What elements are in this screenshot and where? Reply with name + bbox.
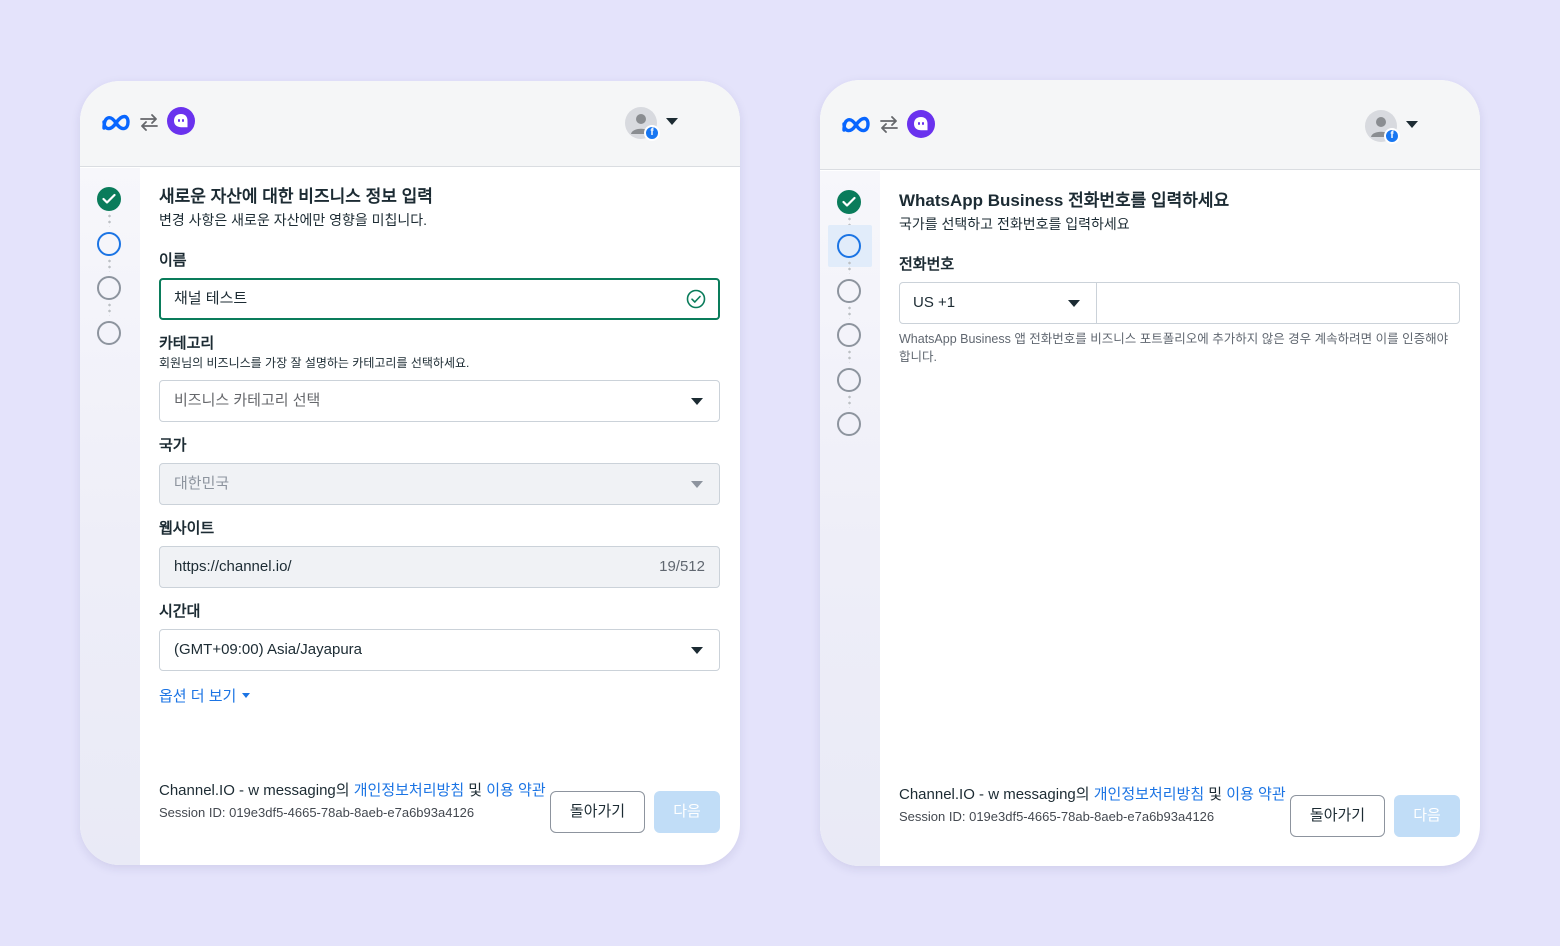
caret-down-icon <box>242 693 251 698</box>
account-avatar-icon[interactable]: f <box>1365 110 1400 144</box>
character-counter: 19/512 <box>659 558 705 575</box>
country-select: 대한민국 <box>159 463 720 505</box>
back-button[interactable]: 돌아가기 <box>550 791 645 833</box>
swap-arrows-icon <box>140 114 158 131</box>
step-3 <box>837 279 861 303</box>
chevron-down-icon[interactable] <box>1406 121 1418 128</box>
meta-logo-icon <box>842 116 870 133</box>
facebook-badge-icon: f <box>644 125 660 141</box>
country-label: 국가 <box>159 437 187 454</box>
chevron-down-icon <box>691 647 703 654</box>
website-value: https://channel.io/ <box>174 558 292 575</box>
name-label: 이름 <box>159 252 187 269</box>
dialog-footer: Channel.IO - w messaging의 개인정보처리방침 및 이용 … <box>899 784 1460 837</box>
dialog-header: f <box>820 80 1480 170</box>
form-content: 새로운 자산에 대한 비즈니스 정보 입력 변경 사항은 새로운 자산에만 영향… <box>159 186 720 707</box>
timezone-label: 시간대 <box>159 603 201 620</box>
consent-prefix: Channel.IO - w messaging의 <box>899 786 1094 803</box>
website-input[interactable]: https://channel.io/ 19/512 <box>159 546 720 588</box>
name-value: 채널 테스트 <box>174 290 248 307</box>
terms-link[interactable]: 이용 약관 <box>1226 786 1285 803</box>
phone-number-input[interactable] <box>1096 282 1460 324</box>
category-placeholder: 비즈니스 카테고리 선택 <box>174 392 321 409</box>
next-button[interactable]: 다음 <box>1394 795 1460 837</box>
phone-helper-text: WhatsApp Business 앱 전화번호를 비즈니스 포트폴리오에 추가… <box>899 332 1449 364</box>
step-1-complete <box>97 187 121 211</box>
progress-stepper <box>820 171 880 866</box>
step-5 <box>837 368 861 392</box>
phone-input-group: US +1 <box>899 282 1460 324</box>
consent-conjunction: 및 <box>1204 786 1227 803</box>
consent-conjunction: 및 <box>464 782 487 799</box>
step-4 <box>837 323 861 347</box>
progress-stepper <box>80 168 140 865</box>
account-avatar-icon[interactable]: f <box>625 107 660 141</box>
consent-text: Channel.IO - w messaging의 개인정보처리방침 및 이용 … <box>899 784 1289 806</box>
channel-talk-icon <box>167 107 195 135</box>
step-2-current <box>837 234 861 258</box>
chevron-down-icon <box>1068 300 1080 307</box>
step-2-current <box>97 232 121 256</box>
privacy-policy-link[interactable]: 개인정보처리방침 <box>1094 786 1204 803</box>
page-subtitle: 변경 사항은 새로운 자산에만 영향을 미칩니다. <box>159 212 428 228</box>
country-code-select[interactable]: US +1 <box>899 282 1097 324</box>
category-select[interactable]: 비즈니스 카테고리 선택 <box>159 380 720 422</box>
chevron-down-icon <box>691 398 703 405</box>
dialog-header: f <box>80 81 740 167</box>
check-icon <box>842 196 856 207</box>
more-options-label: 옵션 더 보기 <box>159 688 237 705</box>
chevron-down-icon <box>691 481 703 488</box>
dialog-footer: Channel.IO - w messaging의 개인정보처리방침 및 이용 … <box>159 780 720 833</box>
facebook-badge-icon: f <box>1384 128 1400 144</box>
channel-talk-icon <box>907 110 935 138</box>
form-content: WhatsApp Business 전화번호를 입력하세요 국가를 선택하고 전… <box>899 190 1460 366</box>
country-code-value: US +1 <box>913 294 956 311</box>
terms-link[interactable]: 이용 약관 <box>486 782 545 799</box>
step-3 <box>97 276 121 300</box>
meta-logo-icon <box>102 114 130 131</box>
country-value: 대한민국 <box>174 475 230 492</box>
check-icon <box>102 193 116 204</box>
phone-label: 전화번호 <box>899 256 955 273</box>
check-circle-icon <box>686 289 706 309</box>
page-title: 새로운 자산에 대한 비즈니스 정보 입력 <box>159 187 433 206</box>
back-button[interactable]: 돌아가기 <box>1290 795 1385 837</box>
next-button[interactable]: 다음 <box>654 791 720 833</box>
chevron-down-icon[interactable] <box>666 118 678 125</box>
category-helper: 회원님의 비즈니스를 가장 잘 설명하는 카테고리를 선택하세요. <box>159 356 470 370</box>
step-6 <box>837 412 861 436</box>
consent-prefix: Channel.IO - w messaging의 <box>159 782 354 799</box>
page-subtitle: 국가를 선택하고 전화번호를 입력하세요 <box>899 216 1130 232</box>
category-label: 카테고리 <box>159 335 215 352</box>
consent-text: Channel.IO - w messaging의 개인정보처리방침 및 이용 … <box>159 780 549 802</box>
page-title: WhatsApp Business 전화번호를 입력하세요 <box>899 191 1230 210</box>
swap-arrows-icon <box>880 116 898 133</box>
timezone-select[interactable]: (GMT+09:00) Asia/Jayapura <box>159 629 720 671</box>
step-1-complete <box>837 190 861 214</box>
whatsapp-phone-dialog: f WhatsApp Business 전화번호를 입력하세요 국가를 선택하고… <box>820 80 1480 866</box>
name-input[interactable]: 채널 테스트 <box>159 278 720 320</box>
timezone-value: (GMT+09:00) Asia/Jayapura <box>174 641 363 658</box>
business-info-dialog: f 새로운 자산에 대한 비즈니스 정보 입력 변경 사항은 새로운 자산에만 … <box>80 81 740 865</box>
website-label: 웹사이트 <box>159 520 215 537</box>
more-options-link[interactable]: 옵션 더 보기 <box>159 687 251 707</box>
step-4 <box>97 321 121 345</box>
privacy-policy-link[interactable]: 개인정보처리방침 <box>354 782 464 799</box>
